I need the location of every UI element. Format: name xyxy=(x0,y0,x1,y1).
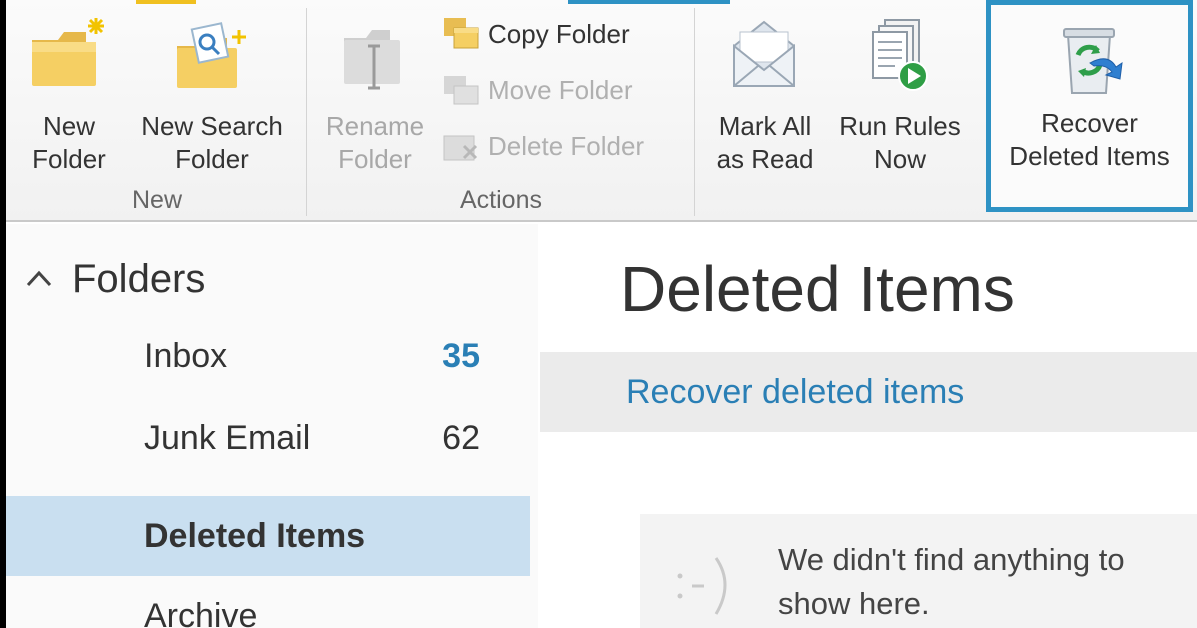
mark-all-read-label-2: as Read xyxy=(716,144,814,174)
rename-folder-label-1: Rename xyxy=(325,111,425,141)
folder-item-junk-email[interactable]: Junk Email 62 xyxy=(6,398,530,478)
outlook-window: New Folder New Search Folder New Rename … xyxy=(6,0,1197,628)
group-label-actions: Actions xyxy=(460,186,542,214)
recover-deleted-label-2: Deleted Items xyxy=(1009,141,1170,171)
folder-pane: Folders Inbox 35 Junk Email 62 Deleted I… xyxy=(6,224,538,628)
move-folder-icon xyxy=(444,76,479,105)
recycle-bin-icon xyxy=(1063,28,1123,94)
folders-header[interactable]: Folders xyxy=(24,254,205,304)
ribbon: New Folder New Search Folder New Rename … xyxy=(6,0,1197,222)
folder-item-deleted-items[interactable]: Deleted Items xyxy=(6,496,530,576)
folder-name: Junk Email xyxy=(144,419,311,457)
folder-name: Deleted Items xyxy=(144,517,366,555)
folders-header-label: Folders xyxy=(72,256,206,301)
run-rules-label-2: Now xyxy=(873,144,926,174)
tab-marker-blue xyxy=(568,0,730,4)
smiley-icon xyxy=(677,557,727,615)
new-search-folder-button[interactable]: New Search Folder xyxy=(124,8,300,188)
new-search-folder-icon xyxy=(177,22,246,88)
folder-item-archive[interactable]: Archive xyxy=(6,576,530,628)
mark-all-read-label-1: Mark All xyxy=(718,111,812,141)
rename-folder-label-2: Folder xyxy=(338,144,412,174)
folder-unread-count: 35 xyxy=(442,337,480,375)
run-rules-now-button[interactable]: Run Rules Now xyxy=(830,8,970,188)
new-folder-label-2: Folder xyxy=(32,144,106,174)
mark-all-read-button[interactable]: Mark All as Read xyxy=(702,8,828,188)
recover-deleted-label-1: Recover xyxy=(1041,108,1138,138)
folder-item-inbox[interactable]: Inbox 35 xyxy=(6,316,530,396)
recover-deleted-items-link[interactable]: Recover deleted items xyxy=(626,352,964,432)
new-search-folder-label-1: New Search xyxy=(141,111,283,141)
message-list: Deleted Items Recover deleted items We d… xyxy=(540,224,1197,628)
move-folder-button[interactable]: Move Folder xyxy=(440,68,633,112)
run-rules-label-1: Run Rules xyxy=(839,111,961,141)
rename-folder-button[interactable]: Rename Folder xyxy=(312,8,438,188)
mark-all-read-icon xyxy=(733,20,795,87)
tab-marker-yellow xyxy=(136,0,196,4)
recover-bar: Recover deleted items xyxy=(540,352,1197,432)
delete-folder-icon xyxy=(443,135,478,161)
delete-folder-label: Delete Folder xyxy=(488,130,645,161)
rename-folder-icon xyxy=(344,30,400,90)
delete-folder-button[interactable]: Delete Folder xyxy=(440,124,644,168)
new-folder-label-1: New xyxy=(42,111,95,141)
new-search-folder-label-2: Folder xyxy=(175,144,249,174)
folder-name: Archive xyxy=(144,597,258,628)
empty-message: We didn't find anything to show here. xyxy=(778,542,1125,621)
run-rules-icon xyxy=(872,19,928,91)
copy-folder-button[interactable]: Copy Folder xyxy=(440,12,630,56)
group-separator xyxy=(694,8,695,216)
folder-name: Inbox xyxy=(144,337,228,375)
chevron-up-icon xyxy=(26,270,52,287)
move-folder-label: Move Folder xyxy=(488,74,633,105)
group-label-new: New xyxy=(131,186,182,214)
copy-folder-icon xyxy=(444,18,479,49)
empty-state: We didn't find anything to show here. xyxy=(640,514,1197,628)
folder-title: Deleted Items xyxy=(620,253,1015,325)
new-folder-button[interactable]: New Folder xyxy=(14,8,124,188)
recover-deleted-items-button[interactable]: Recover Deleted Items xyxy=(986,0,1193,212)
new-folder-icon xyxy=(32,18,104,86)
group-separator xyxy=(306,8,307,216)
copy-folder-label: Copy Folder xyxy=(488,18,630,49)
folder-item-count: 62 xyxy=(442,419,480,457)
